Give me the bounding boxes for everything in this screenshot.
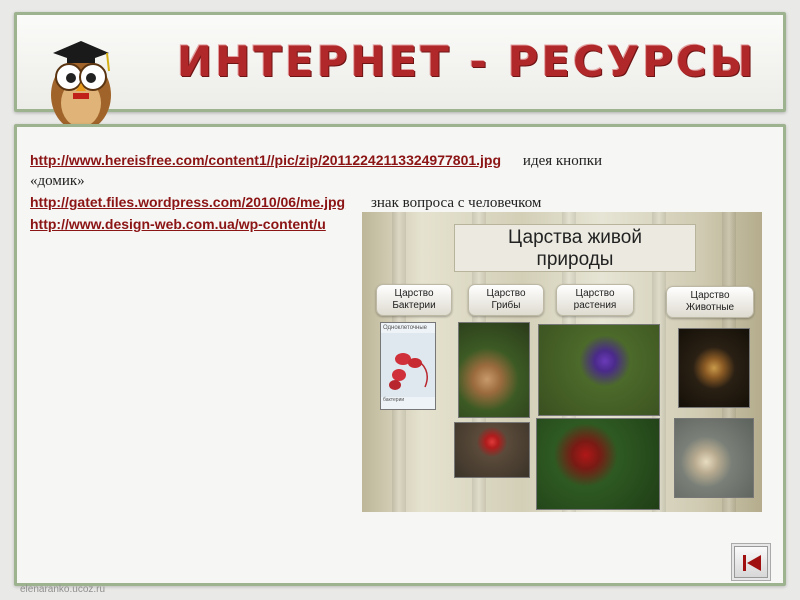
resource-link-1[interactable]: http://www.hereisfree.com/content1//pic/… xyxy=(30,152,501,168)
back-arrow-icon xyxy=(747,555,761,571)
page-title: ИНТЕРНЕТ - РЕСУРСЫ xyxy=(177,37,757,86)
lizard-image[interactable] xyxy=(678,328,750,408)
bacteria-sub-caption: бактерии xyxy=(383,397,405,403)
button-line: Царство xyxy=(394,288,434,299)
back-button[interactable] xyxy=(734,546,768,578)
resource-line-1: http://www.hereisfree.com/content1//pic/… xyxy=(30,152,602,170)
embed-title-line1: Царства живой xyxy=(508,227,642,248)
kingdom-plants-button[interactable]: Царство растения xyxy=(556,284,634,316)
bacteria-cells-icon xyxy=(381,333,435,397)
embed-title-box: Царства живой природы xyxy=(454,224,696,272)
button-line: растения xyxy=(573,300,617,311)
resource-line-3: http://www.design-web.com.ua/wp-content/… xyxy=(30,216,326,232)
resource-desc-1: идея кнопки xyxy=(522,153,603,169)
owl-mascot-icon xyxy=(51,41,111,133)
footer-credit: elenaranko.ucoz.ru xyxy=(20,584,106,595)
button-line: Грибы xyxy=(491,300,521,311)
resource-line-2: http://gatet.files.wordpress.com/2010/06… xyxy=(30,194,541,212)
button-line: Царство xyxy=(486,288,526,299)
red-mushroom-image[interactable] xyxy=(454,422,530,478)
button-line: Царство xyxy=(575,288,615,299)
mushrooms-image[interactable] xyxy=(458,322,530,418)
embedded-slide-preview: Царства живой природы Царство Бактерии Ц… xyxy=(362,212,762,512)
bacteria-caption: Одноклеточные xyxy=(383,325,427,331)
kingdom-fungi-button[interactable]: Царство Грибы xyxy=(468,284,544,316)
bacteria-image[interactable]: Одноклеточные бактерии xyxy=(380,322,436,410)
back-bar-icon xyxy=(743,555,746,571)
iris-flowers-image[interactable] xyxy=(538,324,660,416)
resource-desc-1b: «домик» xyxy=(30,173,85,189)
red-flowers-image[interactable] xyxy=(536,418,660,510)
polar-bear-image[interactable] xyxy=(674,418,754,498)
embed-title-line2: природы xyxy=(536,249,614,270)
button-line: Бактерии xyxy=(392,300,436,311)
button-line: Царство xyxy=(690,290,730,301)
resource-desc-2: знак вопроса с человечком xyxy=(370,195,542,211)
button-line: Животные xyxy=(685,302,735,313)
kingdom-bacteria-button[interactable]: Царство Бактерии xyxy=(376,284,452,316)
kingdom-animals-button[interactable]: Царство Животные xyxy=(666,286,754,318)
header-panel: ИНТЕРНЕТ - РЕСУРСЫ xyxy=(14,12,786,133)
resource-link-2[interactable]: http://gatet.files.wordpress.com/2010/06… xyxy=(30,194,345,210)
resource-link-3[interactable]: http://www.design-web.com.ua/wp-content/… xyxy=(30,216,326,232)
